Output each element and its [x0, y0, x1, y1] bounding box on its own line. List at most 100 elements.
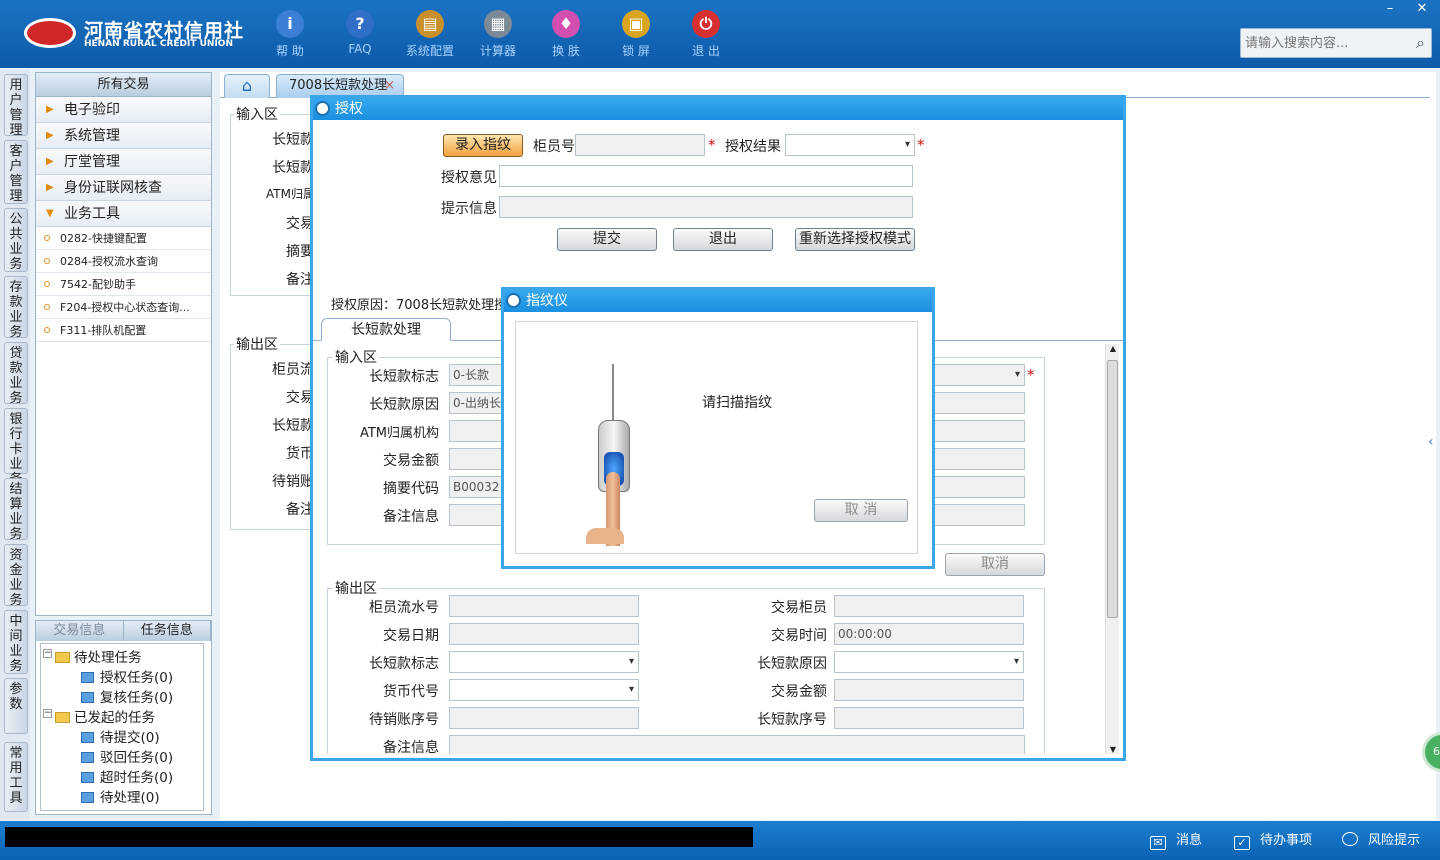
vnav-item-1[interactable]: 客户管理 [4, 140, 28, 204]
tree-node-review-task[interactable]: 复核任务(0) [81, 686, 173, 706]
search-input[interactable] [1241, 29, 1401, 57]
brand-name-en: HENAN RURAL CREDIT UNION [84, 39, 233, 49]
menu-group-4[interactable]: ▼ 业务工具 [36, 201, 211, 227]
bullet-icon [44, 304, 50, 310]
vnav-item-4[interactable]: 贷款业务 [4, 342, 28, 406]
collapse-toggle-icon[interactable]: − [43, 649, 52, 658]
menu-item-3[interactable]: F204-授权中心状态查询... [36, 296, 211, 319]
bg-label: ATM归属 [266, 187, 315, 201]
tree-node-timeout[interactable]: 超时任务(0) [81, 766, 173, 786]
subtab-long-short[interactable]: 长短款处理 [321, 318, 451, 341]
vnav-item-8[interactable]: 中间业务 [4, 610, 28, 674]
auth-dialog-titlebar[interactable]: 授权 [313, 98, 1123, 120]
tree-node-to-submit[interactable]: 待提交(0) [81, 726, 160, 746]
reselect-auth-mode-button[interactable]: 重新选择授权模式 [795, 228, 915, 251]
output-label: 长短款序号 [757, 712, 827, 728]
scroll-thumb[interactable] [1107, 360, 1118, 618]
tree-node-pending[interactable]: 待处理任务 [55, 646, 142, 666]
teller-field[interactable] [575, 134, 705, 156]
menu-item-4[interactable]: F311-排队机配置 [36, 319, 211, 342]
caret-right-icon: ▶ [46, 130, 54, 141]
toolbar-label: FAQ [348, 42, 372, 56]
vnav-item-5[interactable]: 银行卡业务 [4, 408, 28, 487]
menu-group-2[interactable]: ▶ 厅堂管理 [36, 149, 211, 175]
auth-opinion-field[interactable] [499, 165, 913, 187]
toolbar-button-1[interactable]: ? FAQ [330, 8, 390, 60]
caret-right-icon: ▶ [46, 156, 54, 167]
bullet-icon [44, 258, 50, 264]
fingerprint-dialog-titlebar[interactable]: 指纹仪 [504, 290, 932, 312]
fingerprint-dialog: 指纹仪 请扫描指纹 取 消 [501, 287, 935, 569]
tree-node-rejected[interactable]: 驳回任务(0) [81, 746, 173, 766]
exit-button[interactable]: 退出 [673, 228, 773, 251]
menu-item-1[interactable]: 0284-授权流水查询 [36, 250, 211, 273]
auth-result-select[interactable] [785, 134, 915, 156]
todo-button[interactable]: ✓ 待办事项 [1234, 829, 1312, 850]
menu-group-label: 电子验印 [64, 102, 120, 118]
fingerprint-cancel-button[interactable]: 取 消 [814, 499, 908, 522]
menu-item-label: 7542-配钞助手 [60, 278, 136, 291]
fingerprint-scanner-icon [586, 342, 646, 546]
close-tab-icon[interactable]: × [384, 75, 395, 97]
toolbar-button-3[interactable]: ▦ 计算器 [468, 8, 528, 60]
caret-down-icon: ▼ [46, 208, 54, 219]
vnav-item-2[interactable]: 公共业务 [4, 208, 28, 272]
status-message-strip [5, 827, 753, 847]
menu-group-label: 业务工具 [64, 206, 120, 222]
tree-node-initiated[interactable]: 已发起的任务 [55, 706, 155, 726]
required-mark: * [917, 136, 925, 154]
close-window-button[interactable]: ✕ [1406, 0, 1438, 18]
search-icon[interactable]: ⌕ [1416, 33, 1425, 53]
expand-right-icon[interactable]: ‹ [1428, 434, 1434, 450]
toolbar-label: 计算器 [479, 44, 516, 58]
search-box: ⌕ [1240, 28, 1432, 58]
scroll-up-icon[interactable]: ▲ [1106, 344, 1120, 353]
vnav-item-7[interactable]: 资金业务 [4, 544, 28, 608]
tree-node-to-process[interactable]: 待处理(0) [81, 786, 160, 806]
vnav-item-3[interactable]: 存款业务 [4, 276, 28, 340]
tree-node-auth-task[interactable]: 授权任务(0) [81, 666, 173, 686]
menu-item-2[interactable]: 7542-配钞助手 [36, 273, 211, 296]
tab-task-info[interactable]: 任务信息 [123, 621, 211, 641]
caret-right-icon: ▶ [46, 182, 54, 193]
vnav-item-6[interactable]: 结算业务 [4, 478, 28, 542]
vnav-item-10[interactable]: 常用工具 [4, 742, 28, 812]
toolbar-button-0[interactable]: i 帮 助 [260, 8, 320, 60]
menu-item-label: 0284-授权流水查询 [60, 255, 158, 268]
tab-transaction-info[interactable]: 交易信息 [36, 621, 124, 641]
vnav-item-9[interactable]: 参数 [4, 678, 28, 734]
toolbar-button-6[interactable]: ⏻ 退 出 [676, 8, 736, 60]
toolbar-button-4[interactable]: ♦ 换 肤 [536, 8, 596, 60]
fingerprint-enter-button[interactable]: 录入指纹 [443, 134, 523, 157]
menu-title: 所有交易 [36, 73, 211, 97]
bg-label: 长短款 [272, 132, 314, 148]
menu-group-0[interactable]: ▶ 电子验印 [36, 97, 211, 123]
toolbar-button-2[interactable]: ▤ 系统配置 [400, 8, 460, 60]
task-icon [81, 692, 94, 703]
dialog-app-icon [315, 101, 330, 116]
vnav-item-0[interactable]: 用户管理 [4, 74, 28, 138]
minimize-button[interactable]: – [1374, 0, 1406, 18]
scrollbar[interactable]: ▲ ▼ [1105, 344, 1119, 754]
menu-group-3[interactable]: ▶ 身份证联网核查 [36, 175, 211, 201]
menu-item-0[interactable]: 0282-快捷键配置 [36, 227, 211, 250]
task-panel: 交易信息 任务信息 − 待处理任务 授权任务(0) 复核任务(0) − 已发起的… [35, 620, 212, 815]
folder-icon [55, 652, 70, 663]
output-area-title: 输出区 [333, 578, 379, 598]
scroll-down-icon[interactable]: ▼ [1106, 745, 1120, 754]
submit-button[interactable]: 提交 [557, 228, 657, 251]
collapse-toggle-icon[interactable]: − [43, 709, 52, 718]
info-icon: i [276, 10, 304, 38]
menu-item-label: F311-排队机配置 [60, 324, 147, 337]
menu-group-1[interactable]: ▶ 系统管理 [36, 123, 211, 149]
hint-label: 提示信息 [441, 201, 497, 217]
risk-alert-button[interactable]: 风险提示 [1342, 829, 1420, 848]
auth-opinion-label: 授权意见 [441, 170, 497, 186]
cancel-button[interactable]: 取消 [945, 553, 1045, 576]
toolbar-button-5[interactable]: ▣ 锁 屏 [606, 8, 666, 60]
messages-button[interactable]: ✉ 消息 [1150, 829, 1202, 850]
fingerprint-dialog-title: 指纹仪 [526, 293, 568, 309]
bg-input-area-title: 输入区 [234, 104, 280, 124]
home-tab[interactable]: ⌂ [224, 74, 270, 98]
input-label: 长短款标志 [369, 369, 439, 385]
